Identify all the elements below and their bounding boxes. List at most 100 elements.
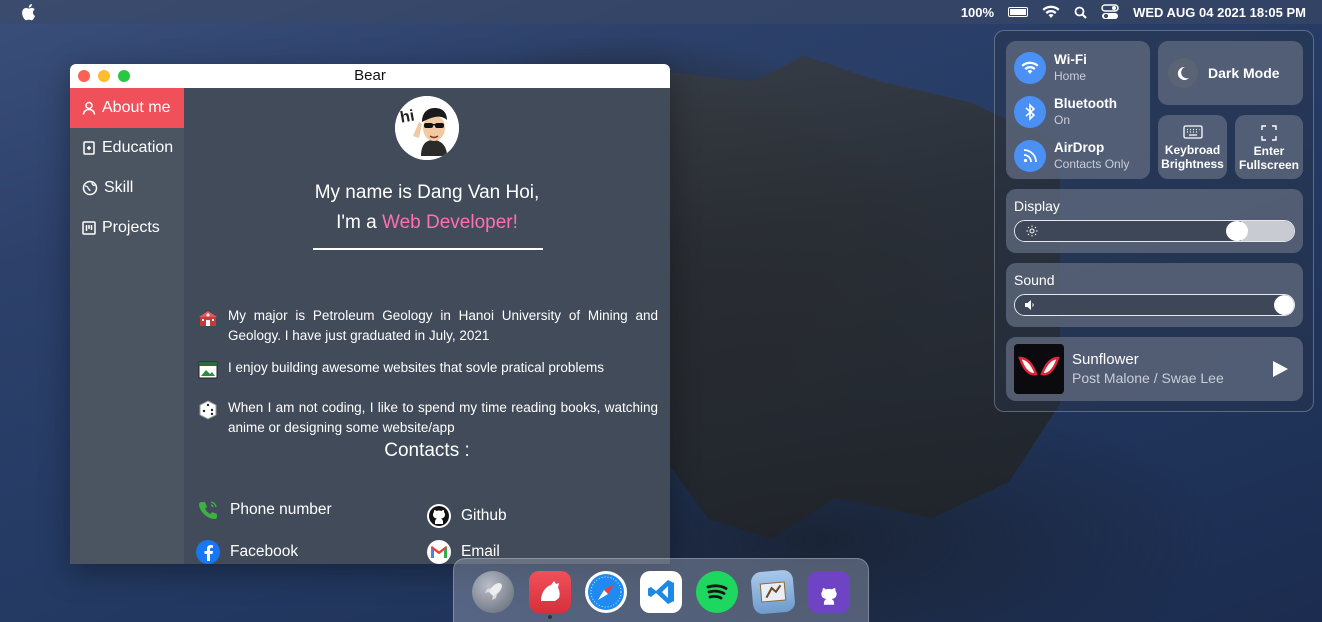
sidebar-item-skill[interactable]: Skill (70, 168, 184, 208)
book-icon (83, 141, 95, 155)
intro-prefix: I'm a (336, 212, 382, 233)
avatar: hi (395, 96, 459, 160)
facebook-icon (196, 540, 220, 564)
wifi-icon (1014, 52, 1046, 84)
fullscreen-icon (1261, 125, 1277, 141)
bio-item-major: My major is Petroleum Geology in Hanoi U… (198, 306, 658, 346)
wifi-toggle[interactable]: Wi-Fi Home (1014, 51, 1087, 85)
bear-icon[interactable] (529, 571, 571, 613)
wifi-title: Wi-Fi (1054, 52, 1087, 67)
speaker-icon (1025, 300, 1034, 310)
bio-text: I enjoy building awesome websites that s… (228, 360, 604, 375)
control-center-icon[interactable] (1101, 4, 1119, 20)
sound-label: Sound (1014, 272, 1055, 288)
intro-line-2: I'm a Web Developer! (184, 208, 670, 238)
minimize-button[interactable] (98, 70, 110, 82)
about-me-panel: hi My name is Dang Van Hoi, I'm a Web De… (184, 88, 670, 564)
control-center: Wi-Fi Home Bluetooth On AirDrop Contacts On… (994, 30, 1314, 412)
display-slider[interactable] (1014, 220, 1295, 242)
sound-slider-knob[interactable] (1274, 295, 1294, 315)
album-art (1014, 344, 1064, 394)
keyboard-brightness-button[interactable]: Keybroad Brightness (1158, 115, 1227, 179)
contact-phone[interactable]: Phone number (196, 498, 332, 522)
gmail-icon (427, 540, 451, 564)
intro-text: My name is Dang Van Hoi, I'm a Web Devel… (184, 178, 670, 238)
search-icon[interactable] (1074, 6, 1087, 19)
bluetooth-icon (1014, 96, 1046, 128)
sidebar-item-education[interactable]: Education (70, 128, 184, 168)
sidebar-item-label: Skill (104, 179, 134, 196)
moon-icon (1168, 58, 1198, 88)
globe-icon (82, 180, 98, 196)
battery-icon[interactable] (1008, 7, 1029, 17)
sidebar-item-label: Projects (102, 219, 160, 236)
sidebar-item-label: About me (102, 99, 171, 116)
display-slider-knob[interactable] (1226, 221, 1248, 241)
user-icon (82, 101, 96, 115)
bear-running-indicator (548, 615, 552, 619)
website-icon (198, 361, 218, 379)
wifi-status: Home (1054, 69, 1087, 83)
keyboard-icon (1182, 125, 1203, 139)
dock (453, 558, 869, 622)
window-title: Bear (354, 67, 386, 84)
phone-icon (196, 498, 220, 522)
now-playing-tile: Sunflower Post Malone / Swae Lee (1006, 337, 1303, 401)
contact-label: Phone number (230, 501, 332, 518)
intro-line-1: My name is Dang Van Hoi, (314, 182, 540, 203)
bluetooth-status: On (1054, 113, 1071, 127)
divider (313, 248, 543, 250)
sound-tile: Sound (1006, 263, 1303, 327)
fullscreen-label-2: Fullscreen (1238, 158, 1300, 172)
github-icon[interactable] (808, 571, 850, 613)
spotify-icon[interactable] (696, 571, 738, 613)
mail-icon[interactable] (750, 569, 796, 615)
airdrop-toggle[interactable]: AirDrop Contacts Only (1014, 139, 1129, 173)
bio-item-websites: I enjoy building awesome websites that s… (198, 358, 658, 380)
fullscreen-label-1: Enter (1253, 144, 1285, 158)
apple-icon[interactable] (20, 3, 36, 21)
contacts-title: Contacts : (384, 440, 470, 461)
bear-window: Bear About me Education Skill Projects h… (70, 64, 670, 564)
school-icon (199, 311, 217, 326)
fullscreen-button[interactable]: Enter Fullscreen (1235, 115, 1303, 179)
network-tile: Wi-Fi Home Bluetooth On AirDrop Contacts On… (1006, 41, 1150, 179)
sidebar-item-about-me[interactable]: About me (70, 88, 184, 128)
contact-github[interactable]: Github (427, 504, 507, 528)
bluetooth-toggle[interactable]: Bluetooth On (1014, 95, 1117, 129)
display-label: Display (1014, 198, 1060, 214)
sun-icon (1026, 225, 1038, 237)
vscode-icon[interactable] (640, 571, 682, 613)
bio-text: My major is Petroleum Geology in Hanoi U… (228, 308, 658, 343)
contact-label: Facebook (230, 543, 299, 560)
wifi-icon[interactable] (1042, 5, 1060, 19)
dark-mode-toggle[interactable]: Dark Mode (1158, 41, 1303, 105)
contact-facebook[interactable]: Facebook (196, 540, 298, 564)
zoom-button[interactable] (118, 70, 130, 82)
play-icon[interactable] (1271, 360, 1289, 378)
contact-label: Github (461, 507, 507, 524)
sidebar-item-projects[interactable]: Projects (70, 208, 184, 248)
display-tile: Display (1006, 189, 1303, 253)
sidebar-item-label: Education (102, 139, 174, 156)
safari-icon[interactable] (585, 571, 627, 613)
track-title: Sunflower (1072, 351, 1139, 368)
launchpad-icon[interactable] (472, 571, 514, 613)
role-highlight: Web Developer! (381, 212, 518, 233)
airdrop-status: Contacts Only (1054, 157, 1130, 171)
window-titlebar[interactable]: Bear (70, 64, 670, 88)
github-icon (427, 504, 451, 528)
menu-bar: 100% WED AUG 04 2021 18:05 PM (0, 0, 1322, 24)
sidebar: About me Education Skill Projects (70, 88, 184, 564)
airdrop-title: AirDrop (1054, 140, 1105, 155)
dark-mode-label: Dark Mode (1208, 65, 1280, 81)
close-button[interactable] (78, 70, 90, 82)
board-icon (82, 221, 96, 235)
date-time[interactable]: WED AUG 04 2021 18:05 PM (1133, 5, 1306, 20)
airdrop-icon (1014, 140, 1046, 172)
bio-item-hobbies: When I am not coding, I like to spend my… (198, 398, 658, 438)
dice-icon (199, 400, 217, 420)
keyboard-brightness-label-2: Brightness (1161, 157, 1224, 171)
track-artist: Post Malone / Swae Lee (1072, 370, 1224, 386)
sound-slider[interactable] (1014, 294, 1295, 316)
